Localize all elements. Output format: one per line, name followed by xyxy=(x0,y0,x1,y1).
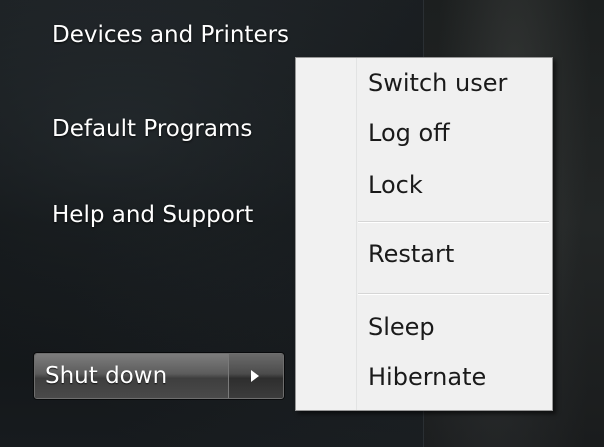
link-help-and-support[interactable]: Help and Support xyxy=(52,202,253,228)
shutdown-button-group: Shut down xyxy=(34,353,284,399)
menu-item-restart[interactable]: Restart xyxy=(368,240,454,268)
menu-item-hibernate[interactable]: Hibernate xyxy=(368,363,486,391)
menu-item-log-off[interactable]: Log off xyxy=(368,119,450,147)
shutdown-button[interactable]: Shut down xyxy=(35,354,229,398)
menu-separator xyxy=(358,293,549,295)
menu-item-sleep[interactable]: Sleep xyxy=(368,313,435,341)
arrow-right-icon xyxy=(251,370,259,382)
menu-item-lock[interactable]: Lock xyxy=(368,171,423,199)
link-default-programs[interactable]: Default Programs xyxy=(52,116,252,142)
shutdown-options-button[interactable] xyxy=(229,354,283,398)
menu-icon-gutter xyxy=(296,58,357,410)
shutdown-context-menu: Switch user Log off Lock Restart Sleep H… xyxy=(295,57,553,411)
menu-separator xyxy=(358,221,549,223)
link-devices-and-printers[interactable]: Devices and Printers xyxy=(52,22,289,48)
menu-item-switch-user[interactable]: Switch user xyxy=(368,69,507,97)
